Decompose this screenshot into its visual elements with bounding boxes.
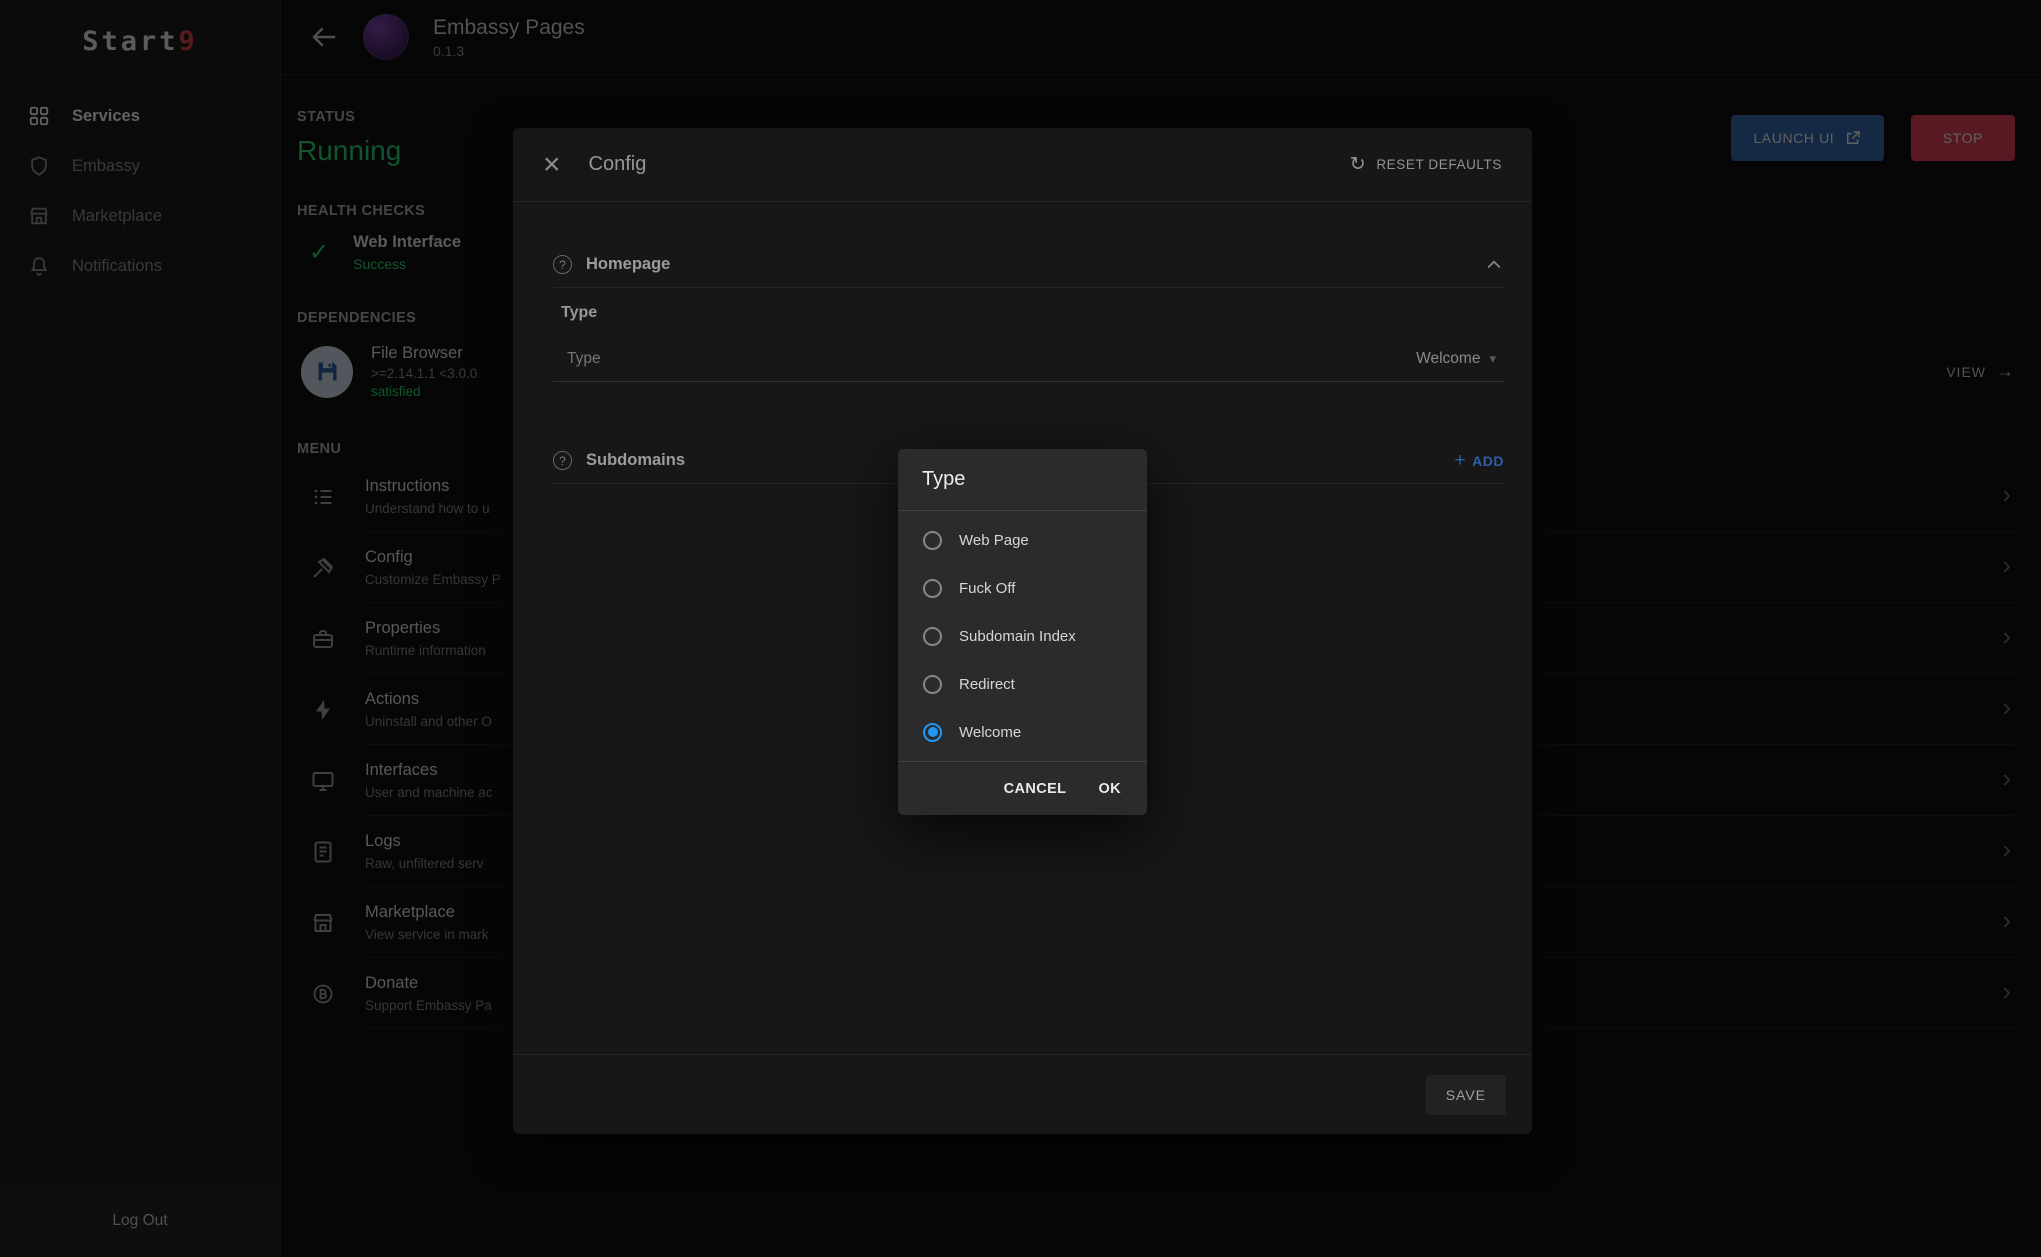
radio-icon	[923, 627, 942, 646]
screen: Start9 Services Embassy Marketplace	[0, 0, 2041, 1257]
radio-option-label: Welcome	[959, 724, 1021, 741]
cancel-button[interactable]: CANCEL	[992, 773, 1079, 805]
radio-option-welcome[interactable]: Welcome	[898, 708, 1147, 756]
radio-icon	[923, 723, 942, 742]
type-dialog-footer: CANCEL OK	[898, 761, 1147, 815]
radio-icon	[923, 531, 942, 550]
radio-option-redirect[interactable]: Redirect	[898, 660, 1147, 708]
radio-option-label: Subdomain Index	[959, 628, 1076, 645]
radio-option-label: Redirect	[959, 676, 1015, 693]
radio-option-fuck-off[interactable]: Fuck Off	[898, 564, 1147, 612]
type-dialog-title: Type	[898, 449, 1147, 511]
type-dialog: Type Web Page Fuck Off Subdomain Index R…	[898, 449, 1147, 815]
radio-option-label: Fuck Off	[959, 580, 1015, 597]
radio-option-label: Web Page	[959, 532, 1029, 549]
radio-option-subdomain-index[interactable]: Subdomain Index	[898, 612, 1147, 660]
radio-icon	[923, 675, 942, 694]
radio-icon	[923, 579, 942, 598]
type-options-list: Web Page Fuck Off Subdomain Index Redire…	[898, 511, 1147, 761]
radio-option-web-page[interactable]: Web Page	[898, 516, 1147, 564]
ok-button[interactable]: OK	[1086, 773, 1133, 805]
